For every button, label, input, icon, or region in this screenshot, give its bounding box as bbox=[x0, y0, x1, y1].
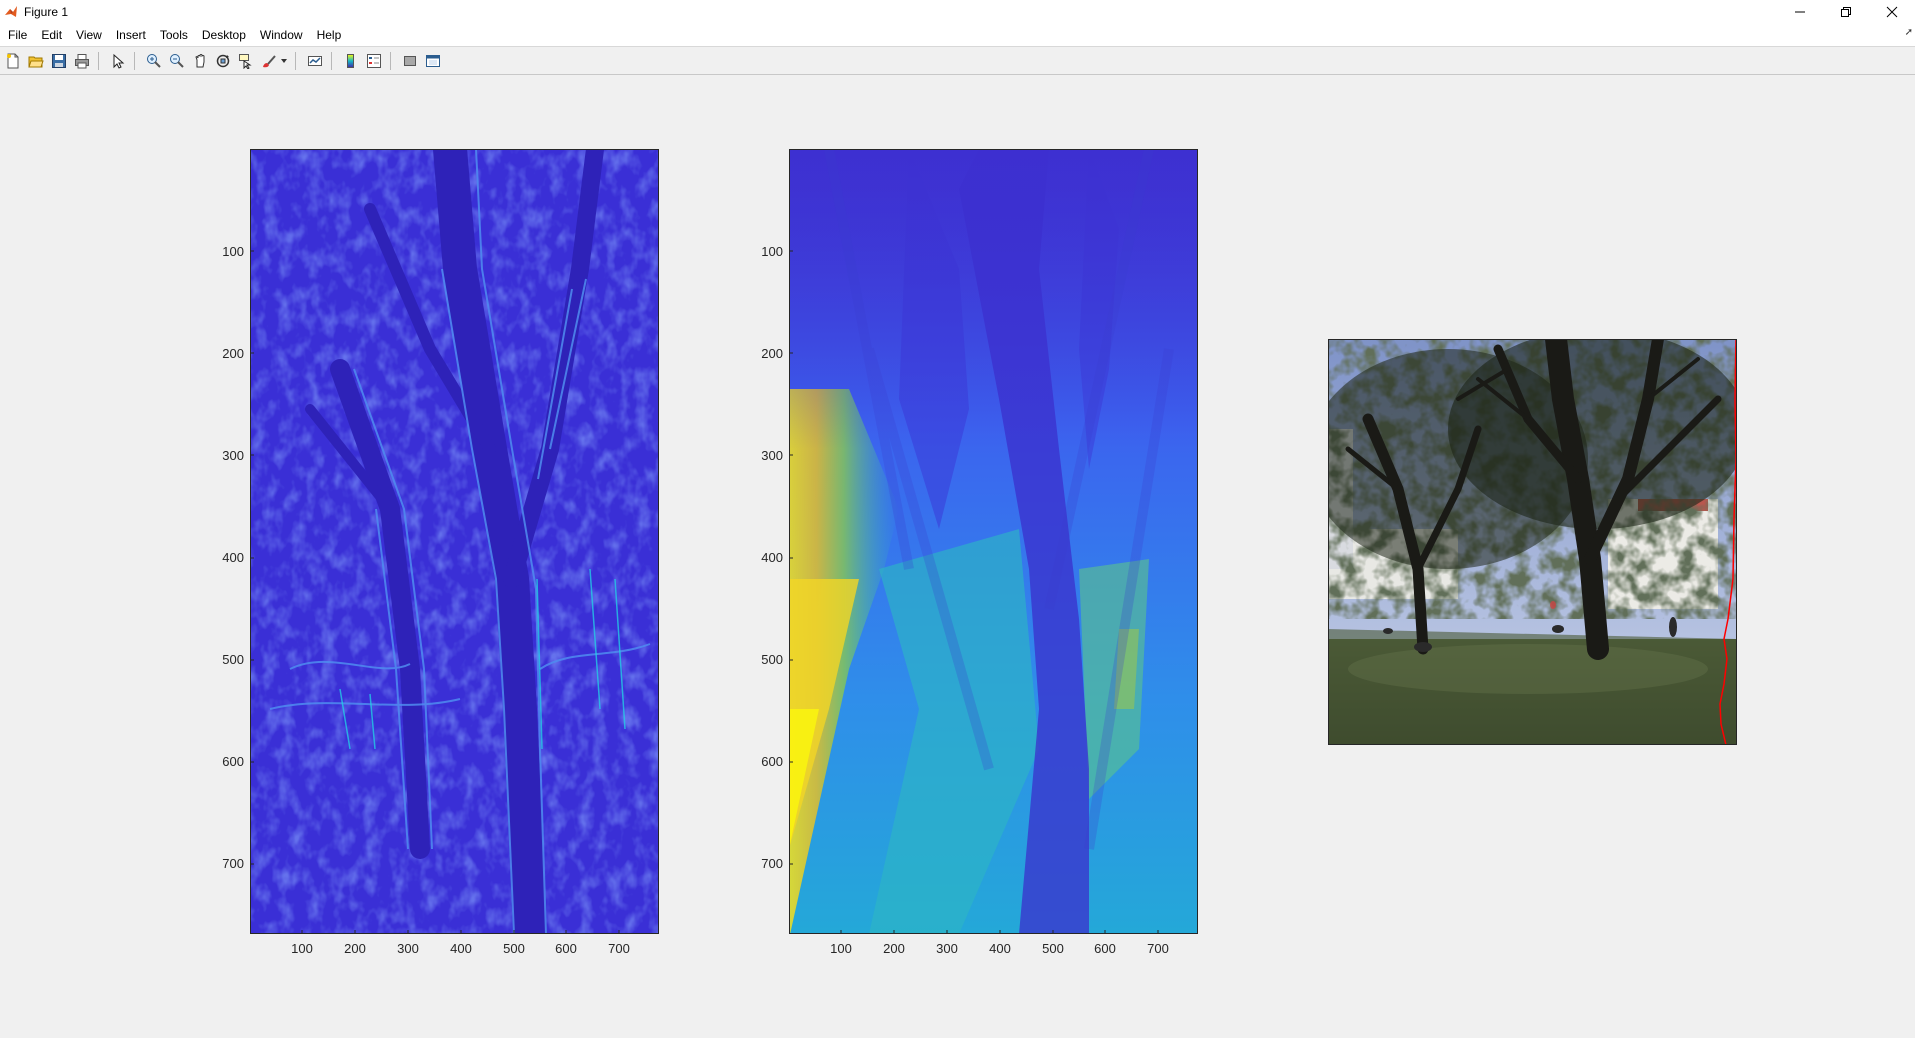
zoom-out-icon[interactable] bbox=[167, 51, 187, 71]
menu-edit[interactable]: Edit bbox=[34, 24, 69, 46]
toolbar-separator bbox=[390, 51, 391, 70]
brush-dropdown-icon[interactable] bbox=[279, 51, 289, 71]
legend-icon[interactable] bbox=[364, 51, 384, 71]
toolbar-separator bbox=[134, 51, 135, 70]
x-tick-label: 500 bbox=[1042, 941, 1064, 956]
axes-frame bbox=[1328, 339, 1737, 745]
x-tick-label: 700 bbox=[608, 941, 630, 956]
x-tick-label: 600 bbox=[555, 941, 577, 956]
menu-help[interactable]: Help bbox=[310, 24, 349, 46]
open-file-icon[interactable] bbox=[26, 51, 46, 71]
y-tick-label: 300 bbox=[222, 448, 244, 463]
link-plot-icon[interactable] bbox=[305, 51, 325, 71]
matlab-icon bbox=[4, 5, 18, 19]
x-tick-label: 700 bbox=[1147, 941, 1169, 956]
menu-tools[interactable]: Tools bbox=[153, 24, 195, 46]
close-icon[interactable] bbox=[1869, 0, 1915, 24]
x-tick-label: 200 bbox=[883, 941, 905, 956]
edit-plot-icon[interactable] bbox=[108, 51, 128, 71]
x-tick-label: 400 bbox=[989, 941, 1011, 956]
menu-insert[interactable]: Insert bbox=[109, 24, 153, 46]
axes-frame bbox=[789, 149, 1198, 934]
figure-toolbar bbox=[0, 47, 1915, 75]
menu-window[interactable]: Window bbox=[253, 24, 310, 46]
dock-arrow-icon[interactable]: ➚ bbox=[1905, 27, 1913, 38]
y-tick-label: 700 bbox=[761, 856, 783, 871]
x-tick-label: 400 bbox=[450, 941, 472, 956]
y-tick-label: 100 bbox=[222, 244, 244, 259]
y-tick-label: 600 bbox=[222, 754, 244, 769]
x-tick-label: 100 bbox=[830, 941, 852, 956]
axes-energy-map[interactable] bbox=[250, 149, 659, 934]
x-tick-label: 100 bbox=[291, 941, 313, 956]
new-figure-icon[interactable] bbox=[3, 51, 23, 71]
window-controls bbox=[1777, 0, 1915, 24]
axes-frame bbox=[250, 149, 659, 934]
y-tick-label: 200 bbox=[761, 346, 783, 361]
y-tick-label: 400 bbox=[761, 550, 783, 565]
x-tick-label: 300 bbox=[936, 941, 958, 956]
menu-file[interactable]: File bbox=[0, 24, 34, 46]
y-tick-label: 700 bbox=[222, 856, 244, 871]
axes-photo[interactable] bbox=[1328, 339, 1737, 745]
y-tick-label: 500 bbox=[761, 652, 783, 667]
x-tick-label: 500 bbox=[503, 941, 525, 956]
menu-desktop[interactable]: Desktop bbox=[195, 24, 253, 46]
toolbar-separator bbox=[331, 51, 332, 70]
colorbar-icon[interactable] bbox=[341, 51, 361, 71]
toolbar-separator bbox=[98, 51, 99, 70]
y-tick-label: 600 bbox=[761, 754, 783, 769]
x-tick-label: 200 bbox=[344, 941, 366, 956]
x-tick-label: 300 bbox=[397, 941, 419, 956]
rotate-3d-icon[interactable] bbox=[213, 51, 233, 71]
brush-icon[interactable] bbox=[259, 51, 279, 71]
save-icon[interactable] bbox=[49, 51, 69, 71]
minimize-icon[interactable] bbox=[1777, 0, 1823, 24]
show-plot-tools-icon[interactable] bbox=[423, 51, 443, 71]
print-icon[interactable] bbox=[72, 51, 92, 71]
restore-icon[interactable] bbox=[1823, 0, 1869, 24]
y-tick-label: 300 bbox=[761, 448, 783, 463]
pan-icon[interactable] bbox=[190, 51, 210, 71]
x-tick-label: 600 bbox=[1094, 941, 1116, 956]
y-tick-label: 200 bbox=[222, 346, 244, 361]
hide-plot-tools-icon[interactable] bbox=[400, 51, 420, 71]
menu-view[interactable]: View bbox=[69, 24, 109, 46]
y-tick-label: 500 bbox=[222, 652, 244, 667]
window-titlebar: Figure 1 bbox=[0, 0, 1915, 24]
y-tick-label: 100 bbox=[761, 244, 783, 259]
menu-bar: File Edit View Insert Tools Desktop Wind… bbox=[0, 24, 1915, 47]
axes-cumulative-energy[interactable] bbox=[789, 149, 1198, 934]
window-title: Figure 1 bbox=[24, 5, 69, 19]
toolbar-separator bbox=[295, 51, 296, 70]
zoom-in-icon[interactable] bbox=[144, 51, 164, 71]
data-cursor-icon[interactable] bbox=[236, 51, 256, 71]
y-tick-label: 400 bbox=[222, 550, 244, 565]
